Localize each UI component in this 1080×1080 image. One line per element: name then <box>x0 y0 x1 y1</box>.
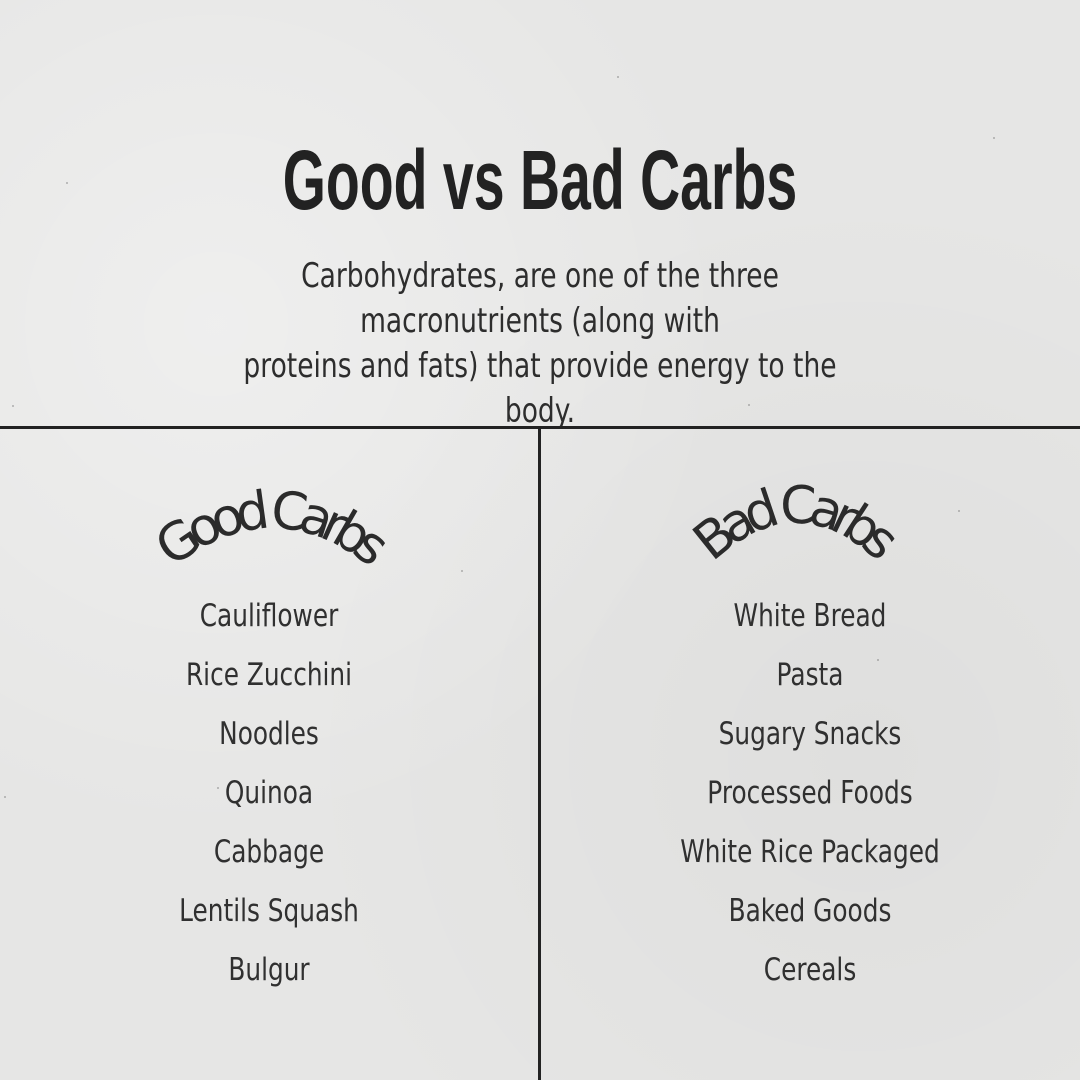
list-item: Processed Foods <box>707 775 913 811</box>
bad-carbs-heading: Bad Carbs <box>541 470 1079 590</box>
good-carbs-list: Cauliflower Rice Zucchini Noodles Quinoa… <box>0 591 538 1004</box>
good-carbs-column: Good Carbs Cauliflower Rice Zucchini Noo… <box>0 470 538 1070</box>
list-item: Cereals <box>763 952 857 988</box>
good-carbs-heading-text: Good Carbs <box>145 480 399 578</box>
svg-text:Good Carbs: Good Carbs <box>145 480 399 578</box>
list-item: Noodles <box>219 716 319 752</box>
svg-text:Bad Carbs: Bad Carbs <box>683 476 911 573</box>
list-item: Pasta <box>776 657 844 693</box>
list-item: White Rice Packaged <box>680 834 940 870</box>
list-item: Baked Goods <box>728 893 892 929</box>
subtitle-line: proteins and fats) that provide energy t… <box>243 346 837 431</box>
subtitle-line: Carbohydrates, are one of the three macr… <box>301 256 779 341</box>
list-item: Bulgur <box>228 952 310 988</box>
bad-carbs-heading-arc: Bad Carbs <box>683 476 911 573</box>
page-title: Good vs Bad Carbs <box>282 133 798 227</box>
bad-carbs-heading-text: Bad Carbs <box>683 476 911 573</box>
page-subtitle: Carbohydrates, are one of the three macr… <box>212 254 867 434</box>
good-carbs-heading: Good Carbs <box>0 470 538 590</box>
paper-speck <box>993 137 995 139</box>
list-item: Cauliflower <box>199 598 339 634</box>
list-item: Lentils Squash <box>179 893 359 929</box>
list-item: Rice Zucchini <box>185 657 353 693</box>
list-item: Cabbage <box>213 834 325 870</box>
paper-speck <box>12 405 14 407</box>
paper-speck <box>66 182 68 184</box>
list-item: White Bread <box>733 598 887 634</box>
good-carbs-heading-arc: Good Carbs <box>145 480 399 578</box>
list-item: Quinoa <box>224 775 314 811</box>
paper-speck <box>617 76 619 78</box>
list-item: Sugary Snacks <box>718 716 902 752</box>
bad-carbs-list: White Bread Pasta Sugary Snacks Processe… <box>541 591 1079 1004</box>
bad-carbs-column: Bad Carbs White Bread Pasta Sugary Snack… <box>541 470 1079 1070</box>
